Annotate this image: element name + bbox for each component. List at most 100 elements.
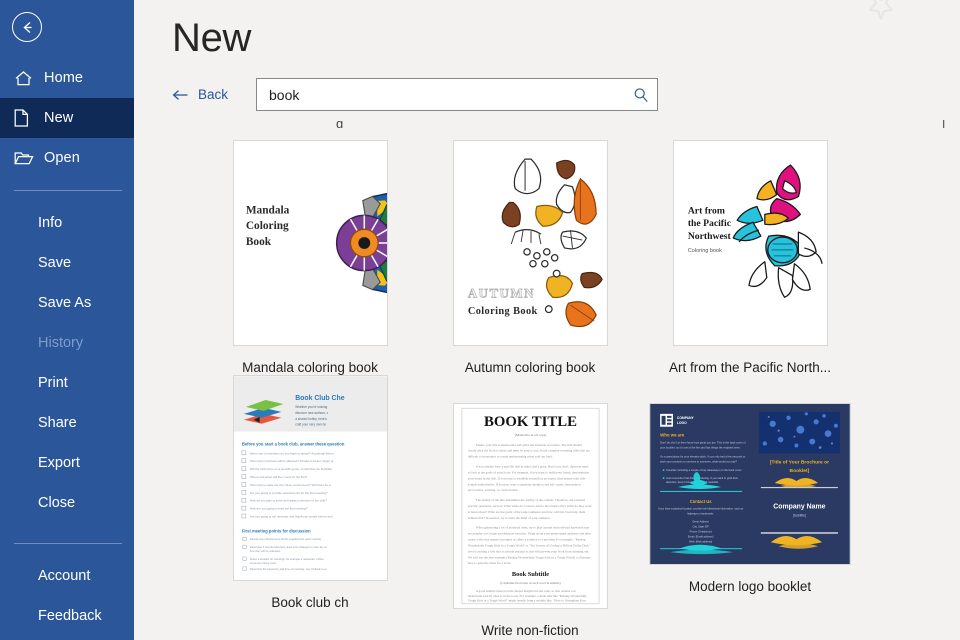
svg-text:City, State ZIP: City, State ZIP (693, 524, 710, 528)
template-thumbnail-modern-logo-booklet[interactable]: COMPANY LOGO Who we are Don't be shy! Le… (649, 403, 851, 565)
svg-text:Mandala: Mandala (245, 204, 289, 216)
search-box[interactable] (256, 78, 659, 111)
svg-text:Where and when will they meet: Where and when will they meet for the fi… (249, 475, 307, 479)
back-link[interactable]: Back (172, 87, 228, 102)
svg-text:your booklet, so it's one of t: your booklet, so it's one of the first a… (660, 445, 741, 449)
svg-text:are popular on Google and Amaz: are popular on Google and Amazon searche… (467, 532, 590, 536)
svg-text:Just remember that this is mar: Just remember that this is marketing. If… (666, 476, 738, 480)
decorative-glyph-icon (868, 0, 894, 21)
svg-text:LOGO: LOGO (677, 421, 687, 425)
svg-text:Book: Book (245, 236, 271, 248)
sidebar-item-share[interactable]: Share (0, 403, 134, 443)
svg-text:Whether you're looking: Whether you're looking (295, 405, 327, 409)
clipped-text-right: | (942, 120, 946, 128)
svg-text:to learn about? What are the g: to learn about? What are the goals of th… (467, 510, 585, 514)
search-row: Back (134, 78, 960, 111)
template-caption: Book club ch (271, 595, 349, 610)
svg-text:how they will be collected.: how they will be collected. (249, 549, 280, 553)
svg-text:Book Subtitle: Book Subtitle (511, 571, 548, 578)
sidebar-item-save[interactable]: Save (0, 243, 134, 283)
template-cell: Mandala Coloring Book Mandala coloring b… (200, 140, 420, 375)
sidebar-item-new[interactable]: New (0, 98, 134, 138)
sidebar-item-print[interactable]: Print (0, 363, 134, 403)
new-document-icon (14, 108, 36, 128)
sidebar-item-feedback[interactable]: Feedback (0, 596, 134, 636)
template-thumbnail-write-non-fiction[interactable]: BOOK TITLE (Main title in all caps) Ensu… (452, 403, 608, 609)
sidebar-item-history: History (0, 323, 134, 363)
svg-text:Avoid creating a title that is: Avoid creating a title that is already p… (467, 549, 589, 553)
svg-text:Company Name: Company Name (773, 504, 825, 511)
search-icon[interactable] (631, 87, 651, 103)
sidebar-item-export[interactable]: Export (0, 443, 134, 483)
svg-text:Street Address: Street Address (692, 520, 709, 524)
svg-text:BOOK TITLE: BOOK TITLE (483, 414, 576, 430)
svg-text:difficult to pronounce or soun: difficult to pronounce or sound embarras… (467, 455, 552, 459)
clipped-row-above: g | (274, 120, 960, 140)
template-thumbnail-book-club-checklist[interactable]: Book Club Che Whether you're looking dis… (232, 375, 388, 581)
arrow-left-icon (172, 89, 190, 101)
sidebar-item-label: Account (38, 568, 91, 584)
svg-text:We will use the first example: We will use the first example (Raising W… (467, 555, 590, 559)
svg-text:Booklet]: Booklet] (790, 468, 810, 474)
sidebar-item-open[interactable]: Open (0, 138, 134, 178)
svg-text:Art from: Art from (687, 205, 724, 216)
template-caption: Modern logo booklet (688, 579, 812, 594)
svg-text:Will the club focus on a speci: Will the club focus on a specific genre,… (249, 467, 332, 471)
back-circle-button[interactable] (12, 12, 42, 42)
svg-text:How many people are the online: How many people are the online environme… (249, 483, 330, 487)
svg-text:A good subtitle must provide d: A good subtitle must provide deeper insi… (475, 589, 575, 593)
sidebar-item-label: Save As (38, 295, 92, 311)
sidebar-divider-bottom (14, 543, 122, 544)
svg-text:Coloring book: Coloring book (687, 248, 721, 254)
svg-text:How do you plan to invite and: How do you plan to invite and attract me… (249, 499, 326, 503)
svg-text:Northwest: Northwest (687, 231, 731, 242)
template-caption: Art from the Pacific North... (668, 360, 832, 375)
sidebar: Home New Open Info Save Save As History … (0, 0, 134, 640)
sidebar-item-account[interactable]: Account (0, 556, 134, 596)
svg-text:Select a location for meetings: Select a location for meetings, for exam… (249, 557, 323, 561)
main-content: New Back book g | Mandala Coloring Book … (134, 0, 960, 640)
svg-text:Are you going to set reminder: Are you going to set reminder and thank-… (249, 514, 332, 518)
sidebar-item-close[interactable]: Close (0, 483, 134, 523)
template-cell: AUTUMN Coloring Book Autumn coloring boo… (420, 140, 640, 375)
svg-text:Before you start a book club,: Before you start a book club, answer the… (241, 441, 344, 446)
template-thumbnail-autumn-coloring-book[interactable]: AUTUMN Coloring Book (452, 140, 608, 346)
svg-text:Coloring Book: Coloring Book (467, 306, 537, 317)
pacific-cover-art: Art from the Pacific Northwest Coloring … (673, 141, 827, 345)
sidebar-item-home[interactable]: Home (0, 58, 134, 98)
svg-text:how to generate ideas for a bo: how to generate ideas for a book. (467, 561, 510, 565)
back-arrow-icon (22, 21, 31, 33)
svg-text:How many members will be affec: How many members will be affected? Small… (249, 459, 333, 463)
sidebar-item-label: Feedback (38, 608, 102, 624)
sidebar-item-label: Share (38, 415, 77, 431)
svg-text:Contact Us: Contact Us (690, 499, 712, 504)
svg-text:AUTUMN: AUTUMN (467, 286, 534, 300)
template-grid: Mandala Coloring Book Mandala coloring b… (134, 140, 960, 640)
svg-text:discover new authors, c: discover new authors, c (295, 411, 328, 415)
svg-text:Decide how refreshments will b: Decide how refreshments will be organize… (249, 537, 321, 541)
template-caption: Autumn coloring book (464, 360, 596, 375)
sidebar-item-info[interactable]: Info (0, 203, 134, 243)
sidebar-item-label: Print (38, 375, 68, 391)
template-thumbnail-mandala-coloring-book[interactable]: Mandala Coloring Book (232, 140, 388, 346)
svg-text:If you have a physical locatio: If you have a physical location, provide… (658, 507, 744, 511)
svg-text:craft your very own bo: craft your very own bo (295, 423, 326, 427)
book-club-checklist-art: Book Club Che Whether you're looking dis… (233, 376, 387, 580)
svg-text:(Main title in all caps): (Main title in all caps) (514, 433, 546, 437)
sidebar-item-label: Open (44, 150, 80, 166)
template-caption: Mandala coloring book (242, 360, 378, 375)
modern-logo-booklet-art: COMPANY LOGO Who we are Don't be shy! Le… (650, 404, 850, 564)
search-input[interactable] (269, 86, 632, 103)
svg-text:Ensure your title is memorable: Ensure your title is memorable and grabs… (475, 443, 581, 447)
sidebar-item-label: History (38, 335, 84, 351)
svg-text:COMPANY: COMPANY (677, 416, 695, 420)
svg-text:someone's living room.: someone's living room. (249, 561, 276, 565)
svg-text:Email: [Email address]: Email: [Email address] (688, 534, 714, 538)
svg-text:Phone: [Telephone]: Phone: [Telephone] (690, 529, 712, 533)
svg-text:Wonderfully Tough Kids in a To: Wonderfully Tough Kids in a Tough World"… (467, 543, 590, 547)
sidebar-item-save-as[interactable]: Save As (0, 283, 134, 323)
svg-text:highways or landmarks.: highways or landmarks. (687, 512, 714, 516)
svg-text:[Title of Your Brochure or: [Title of Your Brochure or (770, 459, 829, 465)
template-thumbnail-art-from-the-pacific-northwest[interactable]: Art from the Pacific Northwest Coloring … (672, 140, 828, 346)
sidebar-item-label: Export (38, 455, 80, 471)
